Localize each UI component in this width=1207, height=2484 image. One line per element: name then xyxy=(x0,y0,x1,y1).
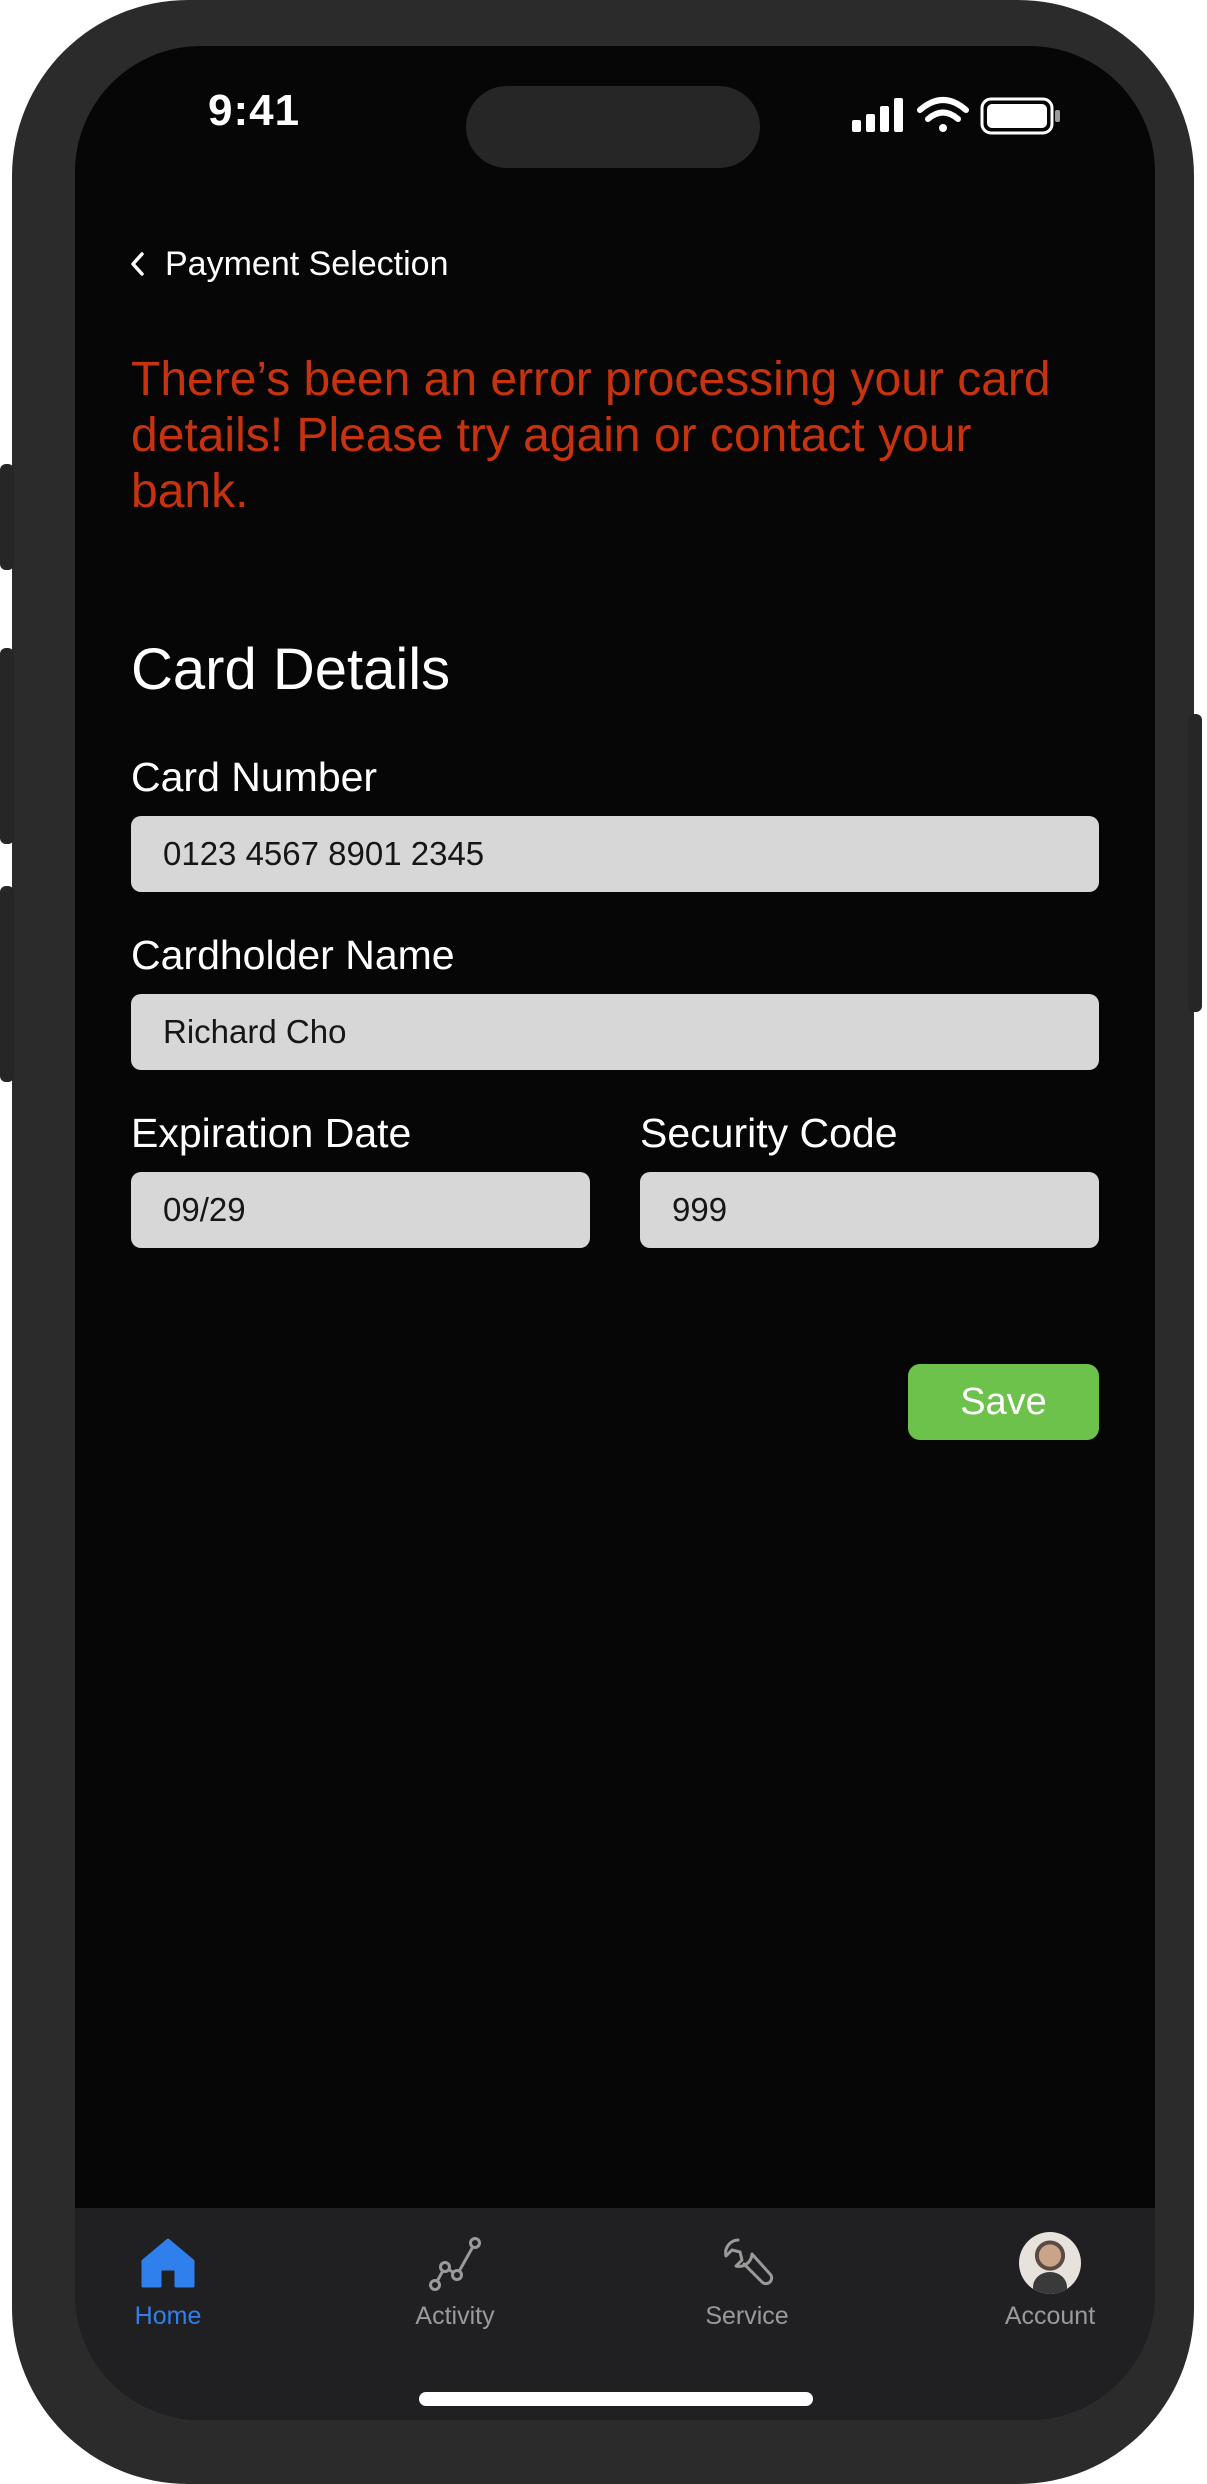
chevron-left-icon xyxy=(131,252,144,276)
back-button[interactable]: Payment Selection xyxy=(127,242,449,286)
section-title: Card Details xyxy=(131,637,451,702)
tab-account[interactable]: Account xyxy=(960,2232,1140,2342)
tab-bar: Home Activity Service Account xyxy=(75,2208,1155,2420)
card-number-input[interactable]: 0123 4567 8901 2345 xyxy=(131,816,1099,892)
tab-activity-label: Activity xyxy=(415,2302,495,2330)
expiration-date-label: Expiration Date xyxy=(131,1110,412,1156)
security-code-input[interactable]: 999 xyxy=(640,1172,1099,1248)
save-button[interactable]: Save xyxy=(908,1364,1099,1440)
cellular-signal-icon xyxy=(852,98,903,132)
tab-service[interactable]: Service xyxy=(657,2232,837,2342)
status-time: 9:41 xyxy=(208,86,301,135)
phone-frame: 9:41 Payment Selection There’s been an e… xyxy=(0,0,1202,2484)
home-icon xyxy=(137,2232,199,2294)
dynamic-island xyxy=(466,86,760,168)
back-label: Payment Selection xyxy=(165,244,449,283)
tab-service-label: Service xyxy=(705,2302,789,2330)
cardholder-name-label: Cardholder Name xyxy=(131,932,455,978)
account-avatar xyxy=(1019,2232,1081,2294)
screen: 9:41 Payment Selection There’s been an e… xyxy=(75,46,1155,2420)
battery-icon xyxy=(980,97,1060,135)
status-icons xyxy=(852,90,1082,140)
tab-home[interactable]: Home xyxy=(78,2232,258,2342)
security-code-label: Security Code xyxy=(640,1110,898,1156)
tab-activity[interactable]: Activity xyxy=(365,2232,545,2342)
tab-account-label: Account xyxy=(1004,2302,1096,2330)
avatar xyxy=(1019,2232,1081,2294)
expiration-date-input[interactable]: 09/29 xyxy=(131,1172,590,1248)
side-button-volume-down xyxy=(0,886,14,1082)
side-button-volume-up xyxy=(0,648,14,844)
home-indicator xyxy=(419,2392,813,2406)
activity-icon xyxy=(424,2232,486,2294)
side-button-power xyxy=(1188,714,1202,1012)
cardholder-name-input[interactable]: Richard Cho xyxy=(131,994,1099,1070)
tab-home-label: Home xyxy=(134,2302,202,2330)
wrench-icon xyxy=(716,2232,778,2294)
side-button-mute xyxy=(0,464,14,570)
wifi-icon xyxy=(917,97,969,132)
card-number-label: Card Number xyxy=(131,754,378,800)
error-message: There’s been an error processing your ca… xyxy=(131,353,1051,518)
